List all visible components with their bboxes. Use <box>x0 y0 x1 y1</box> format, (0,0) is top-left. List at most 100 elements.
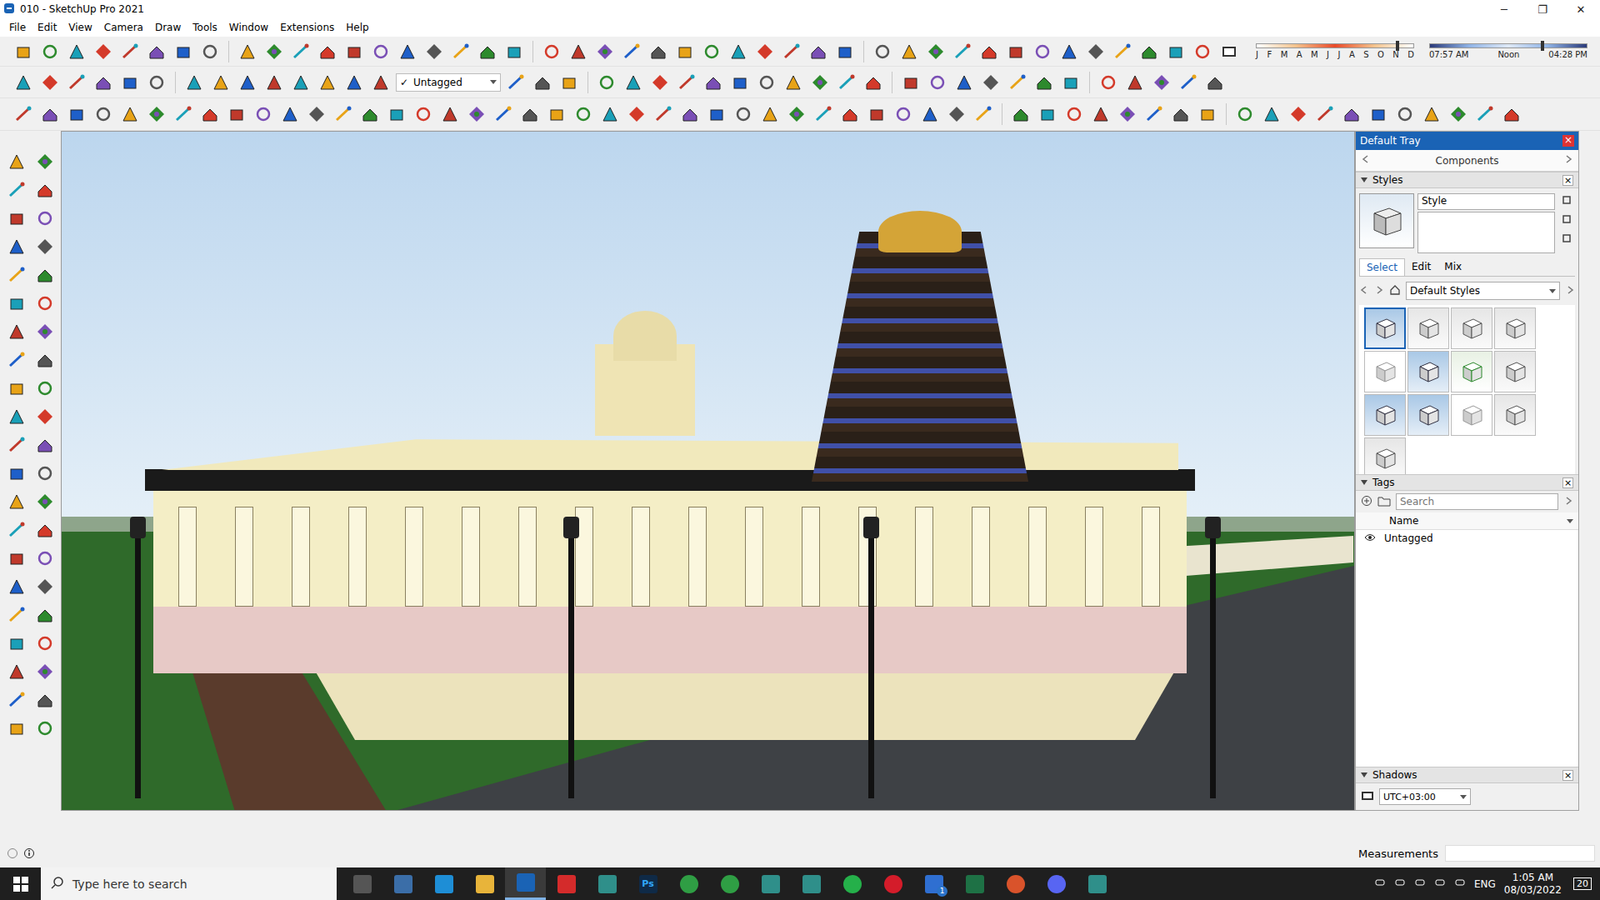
style-thumbnail[interactable] <box>1407 394 1450 436</box>
tool-icon[interactable] <box>358 102 382 126</box>
taskbar-app[interactable] <box>831 867 873 900</box>
tool-icon[interactable] <box>1089 102 1113 126</box>
tool-icon[interactable] <box>530 70 555 95</box>
styles-tab[interactable]: Select <box>1359 258 1405 276</box>
tool-icon[interactable] <box>1005 70 1030 95</box>
tool-icon[interactable] <box>1004 40 1028 64</box>
tool-icon[interactable] <box>2 232 31 261</box>
tool-icon[interactable] <box>342 70 366 95</box>
chevron-icon[interactable] <box>1374 876 1386 891</box>
style-thumbnail[interactable] <box>1450 394 1493 436</box>
taskbar-app[interactable] <box>586 867 628 900</box>
tool-icon[interactable] <box>700 40 724 64</box>
tool-icon[interactable] <box>91 102 115 126</box>
tool-icon[interactable] <box>198 102 222 126</box>
menu-item[interactable]: Camera <box>98 21 150 34</box>
clock[interactable]: 1:05 AM08/03/2022 <box>1504 871 1562 897</box>
tool-icon[interactable] <box>235 70 260 95</box>
tool-icon[interactable] <box>2 204 31 233</box>
tool-icon[interactable] <box>891 102 915 126</box>
tool-icon[interactable] <box>753 40 777 64</box>
tool-icon[interactable] <box>557 70 581 95</box>
tool-icon[interactable] <box>289 40 313 64</box>
tool-icon[interactable] <box>278 102 302 126</box>
style-thumbnail[interactable] <box>1450 350 1493 393</box>
tool-icon[interactable] <box>1169 102 1193 126</box>
back-arrow-icon[interactable] <box>1359 285 1370 298</box>
tool-icon[interactable] <box>593 40 617 64</box>
tool-icon[interactable] <box>91 40 115 64</box>
section-header[interactable]: Shadows× <box>1355 766 1579 784</box>
tool-icon[interactable] <box>30 317 60 346</box>
time-thumb[interactable] <box>1540 40 1545 51</box>
tool-icon[interactable] <box>1366 102 1390 126</box>
tool-icon[interactable] <box>865 102 889 126</box>
tool-icon[interactable] <box>625 102 649 126</box>
time-slider[interactable] <box>1429 43 1588 49</box>
tool-icon[interactable] <box>1084 40 1108 64</box>
tool-icon[interactable] <box>1062 102 1086 126</box>
tool-icon[interactable] <box>385 102 409 126</box>
tool-icon[interactable] <box>315 70 340 95</box>
tool-icon[interactable] <box>145 102 169 126</box>
tool-icon[interactable] <box>118 40 142 64</box>
tool-icon[interactable] <box>651 102 675 126</box>
tool-icon[interactable] <box>785 102 809 126</box>
menu-item[interactable]: Help <box>340 21 375 34</box>
tool-icon[interactable] <box>595 70 619 95</box>
tool-icon[interactable] <box>182 70 206 95</box>
tool-icon[interactable] <box>518 102 542 126</box>
tool-icon[interactable] <box>30 714 60 743</box>
tool-icon[interactable] <box>952 70 976 95</box>
tool-icon[interactable] <box>540 40 564 64</box>
tool-icon[interactable] <box>1393 102 1417 126</box>
tool-icon[interactable] <box>1142 102 1166 126</box>
style-description-field[interactable] <box>1417 211 1555 254</box>
style-thumbnail[interactable] <box>1364 350 1406 393</box>
tool-icon[interactable] <box>504 70 528 95</box>
tool-icon[interactable] <box>91 70 115 95</box>
tool-icon[interactable] <box>1164 40 1188 64</box>
menu-item[interactable]: View <box>62 21 98 34</box>
timezone-dropdown[interactable]: UTC+03:00 <box>1379 788 1471 805</box>
tool-icon[interactable] <box>2 147 31 176</box>
tool-icon[interactable] <box>145 40 169 64</box>
style-thumbnail[interactable] <box>1494 394 1536 436</box>
back-arrow-icon[interactable] <box>1360 154 1371 167</box>
tag-column-header[interactable]: Name <box>1355 512 1579 530</box>
tool-icon[interactable] <box>838 102 862 126</box>
tool-icon[interactable] <box>806 40 830 64</box>
style-thumbnail[interactable] <box>1407 307 1450 350</box>
tool-icon[interactable] <box>262 40 286 64</box>
tool-icon[interactable] <box>30 232 60 261</box>
tool-icon[interactable] <box>315 40 340 64</box>
forward-arrow-icon[interactable] <box>1563 154 1574 167</box>
shadow-toggle-icon[interactable] <box>1360 790 1375 805</box>
tool-icon[interactable] <box>30 629 60 658</box>
menu-item[interactable]: Window <box>223 21 275 34</box>
add-tag-icon[interactable] <box>1360 495 1373 510</box>
tool-icon[interactable] <box>30 657 60 686</box>
style-action-icon[interactable] <box>1561 214 1572 227</box>
tool-icon[interactable] <box>678 102 702 126</box>
tool-icon[interactable] <box>1032 70 1056 95</box>
tool-icon[interactable] <box>2 685 31 715</box>
taskbar-app[interactable] <box>709 867 750 900</box>
tool-icon[interactable] <box>171 102 195 126</box>
taskbar-app[interactable] <box>995 867 1036 900</box>
tool-icon[interactable] <box>1035 102 1060 126</box>
tool-icon[interactable] <box>2 487 31 516</box>
tool-icon[interactable] <box>11 40 35 64</box>
tool-icon[interactable] <box>1313 102 1337 126</box>
month-slider[interactable] <box>1255 43 1415 49</box>
tool-icon[interactable] <box>945 102 969 126</box>
measurements-field[interactable] <box>1445 845 1595 862</box>
tool-icon[interactable] <box>811 102 835 126</box>
tool-icon[interactable] <box>1115 102 1140 126</box>
tool-icon[interactable] <box>1233 102 1257 126</box>
tool-icon[interactable] <box>30 345 60 375</box>
tool-icon[interactable] <box>262 70 286 95</box>
menu-item[interactable]: Edit <box>31 21 63 34</box>
tool-icon[interactable] <box>38 70 62 95</box>
tool-icon[interactable] <box>977 40 1001 64</box>
